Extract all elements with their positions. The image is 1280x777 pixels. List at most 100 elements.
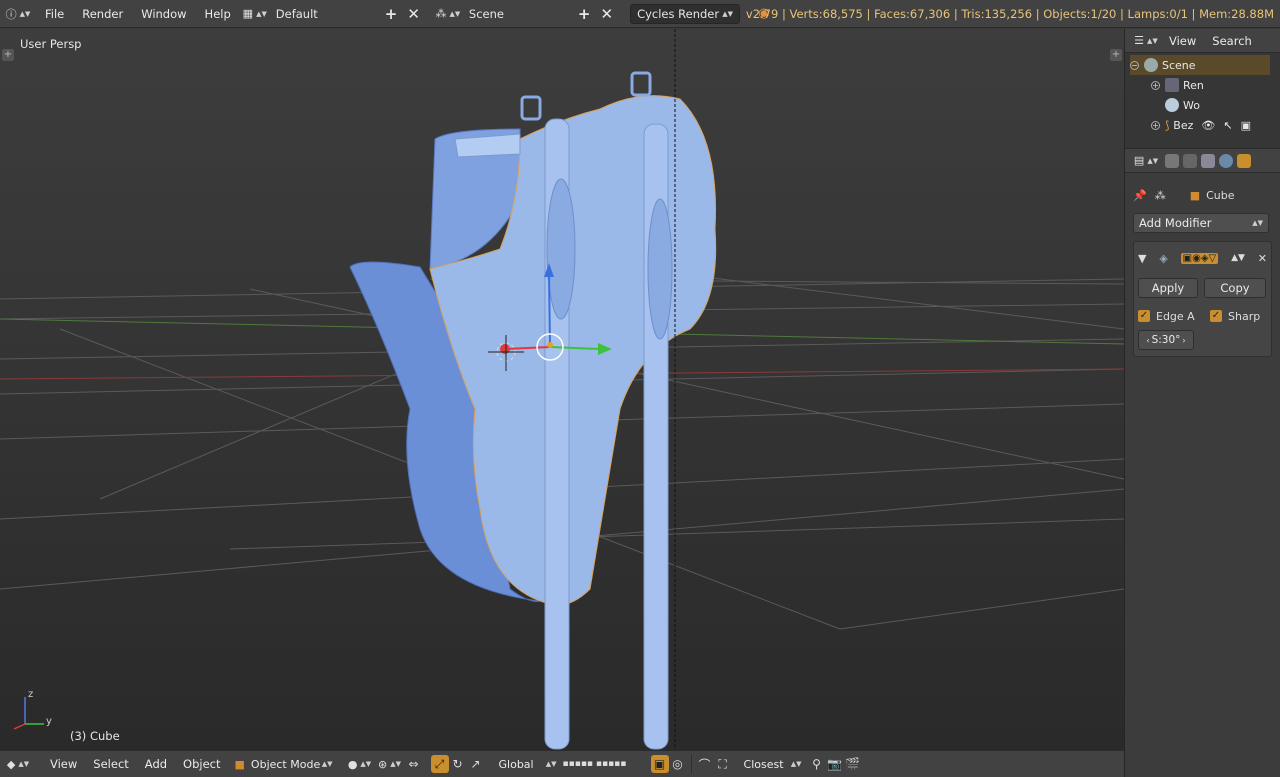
render-preview-icon[interactable]: ◎ [669, 755, 687, 773]
separator [690, 755, 692, 773]
curve-icon: ⟆ [1165, 118, 1170, 132]
scene-icon[interactable]: ⁂ ▲▼ [433, 4, 463, 24]
cube-icon: ■ [234, 757, 245, 771]
modifier-type-icon: ◈ [1159, 251, 1168, 265]
split-angle-field[interactable]: ‹ S:30° › [1138, 330, 1194, 350]
scene-tab-icon[interactable] [1201, 153, 1215, 168]
properties-header: ▤ ▲▼ [1125, 149, 1280, 173]
split-angle-row: ‹ S:30° › [1138, 328, 1267, 352]
render-layers-tab-icon[interactable] [1183, 153, 1197, 168]
sharp-edges-label: Sharp [1228, 309, 1261, 323]
add-modifier-select[interactable]: Add Modifier ▲▼ [1133, 213, 1269, 233]
layout-name-field[interactable]: Default [270, 4, 380, 24]
renderable-camera-icon[interactable]: ▣ [1241, 119, 1251, 132]
menu-window[interactable]: Window [132, 7, 195, 21]
pin-icon[interactable]: 📌 [1133, 189, 1147, 202]
visibility-eye-icon[interactable]: 👁 [1201, 119, 1215, 132]
outliner: − Scene + Ren Wo + ⟆ Bez 👁 ↖ ▣ [1125, 53, 1280, 149]
collapse-triangle-icon[interactable]: ▼ [1138, 252, 1146, 265]
chevron-updown-icon: ▲▼ [722, 9, 734, 18]
remove-modifier-icon[interactable]: ✕ [1258, 252, 1267, 265]
right-panels: ☰ ▲▼ View Search − Scene + Ren Wo + ⟆ Bez… [1124, 29, 1280, 777]
modifier-visibility-icons[interactable]: ▣◉◈▽ [1180, 252, 1219, 264]
render-engine-select[interactable]: Cycles Render ▲▼ [630, 3, 741, 24]
viewport-header: ◆ ▲▼ View Select Add Object ■ Object Mode… [0, 750, 1124, 777]
z-manipulator-arrow[interactable] [548, 273, 551, 348]
rotate-manipulator-icon[interactable]: ↻ [449, 755, 467, 773]
render-layers-icon [1165, 78, 1179, 92]
outliner-row-label: Ren [1183, 78, 1204, 92]
layers-grid-icon[interactable]: ▪▪▪▪▪ ▪▪▪▪▪ [563, 755, 651, 773]
add-scene-icon[interactable]: + [573, 5, 596, 23]
add-modifier-label: Add Modifier [1139, 216, 1212, 230]
transform-orientation-select[interactable]: Global ▲▼ [492, 754, 563, 774]
collapse-icon[interactable]: − [1130, 60, 1139, 70]
mesh-object[interactable] [349, 71, 717, 750]
menu-file[interactable]: File [36, 7, 73, 21]
edge-options-row: ✓ Edge A ✓ Sharp [1138, 304, 1267, 328]
outliner-row-scene[interactable]: − Scene [1130, 55, 1270, 75]
world-icon [1165, 98, 1179, 112]
outliner-row-label: Bez [1173, 118, 1194, 132]
outliner-row-bezier[interactable]: + ⟆ Bez 👁 ↖ ▣ [1151, 115, 1280, 135]
object-name: Cube [1206, 188, 1235, 202]
outliner-menu-search[interactable]: Search [1204, 34, 1260, 48]
orientation-label: Global [498, 757, 534, 771]
sharp-edges-checkbox[interactable]: ✓ [1210, 310, 1222, 322]
remove-scene-icon[interactable]: ✕ [596, 5, 619, 23]
increment-arrow-icon[interactable]: › [1182, 336, 1185, 345]
selectable-cursor-icon[interactable]: ↖ [1223, 119, 1232, 132]
object-tab-icon[interactable] [1237, 153, 1251, 168]
menu-render[interactable]: Render [73, 7, 132, 21]
expand-icon[interactable]: + [1151, 120, 1160, 130]
3d-viewport[interactable]: z y + + User Persp (3) Cube [0, 29, 1124, 750]
world-tab-icon[interactable] [1219, 153, 1233, 168]
layout-icon[interactable]: ▦ ▲▼ [240, 4, 270, 24]
viewport-split-left-icon[interactable]: + [2, 49, 14, 61]
opengl-animation-icon[interactable]: 🎬 [844, 755, 862, 773]
context-path: 📌 ⁂ ■ Cube [1133, 179, 1272, 211]
outliner-row-world[interactable]: Wo [1165, 95, 1280, 115]
viewport-canvas[interactable]: z y [0, 29, 1124, 750]
mode-select[interactable]: ■ Object Mode ▲▼ [228, 754, 339, 774]
snap-target-select[interactable]: Closest ▲▼ [737, 754, 808, 774]
pivot-point-icon[interactable]: ⊛ ▲▼ [375, 754, 405, 774]
render-engine-label: Cycles Render [637, 6, 720, 21]
render-tab-icon[interactable] [1165, 153, 1179, 168]
properties-editor-type-icon[interactable]: ▤ ▲▼ [1131, 151, 1161, 171]
chevron-updown-icon: ▲▼ [545, 760, 557, 768]
opengl-render-icon[interactable]: 📷 [826, 755, 844, 773]
editor-type-button[interactable]: ◆ ▲▼ [0, 754, 36, 774]
scene-icon [1144, 58, 1158, 72]
align-rotation-icon[interactable]: ⚲ [808, 755, 826, 773]
lock-layers-icon[interactable]: ▣ [650, 755, 669, 773]
copy-button[interactable]: Copy [1204, 278, 1266, 298]
menu-view[interactable]: View [42, 757, 85, 771]
move-updown-icon[interactable]: ▲▼ [1231, 253, 1245, 263]
expand-icon[interactable]: + [1151, 80, 1160, 90]
edge-angle-checkbox[interactable]: ✓ [1138, 310, 1150, 322]
menu-select[interactable]: Select [85, 757, 136, 771]
snap-toggle-icon[interactable]: ⛶ [714, 755, 732, 773]
translate-manipulator-icon[interactable]: ⤢ [430, 755, 449, 773]
menu-help[interactable]: Help [196, 7, 240, 21]
scale-manipulator-icon[interactable]: ↗ [467, 755, 485, 773]
shading-mode-icon[interactable]: ● ▲▼ [345, 754, 375, 774]
manipulator-toggle-icon[interactable]: ⇔ [405, 755, 423, 773]
menu-add[interactable]: Add [137, 757, 175, 771]
remove-layout-icon[interactable]: ✕ [402, 5, 425, 23]
menu-object[interactable]: Object [175, 757, 228, 771]
outliner-editor-type-icon[interactable]: ☰ ▲▼ [1131, 31, 1161, 51]
apply-button[interactable]: Apply [1138, 278, 1198, 298]
split-angle-value: S:30° [1151, 334, 1181, 346]
scene-name-field[interactable]: Scene [463, 4, 573, 24]
view-label: User Persp [20, 37, 82, 51]
outliner-row-render-layers[interactable]: + Ren [1151, 75, 1280, 95]
decrement-arrow-icon[interactable]: ‹ [1146, 336, 1149, 345]
viewport-split-right-icon[interactable]: + [1110, 49, 1122, 61]
outliner-row-label: Scene [1162, 58, 1196, 72]
add-layout-icon[interactable]: + [380, 5, 403, 23]
info-editor-type-button[interactable]: ⓘ ▲▼ [0, 4, 36, 24]
outliner-menu-view[interactable]: View [1161, 34, 1204, 48]
proportional-edit-icon[interactable]: ⌒ [696, 755, 714, 773]
